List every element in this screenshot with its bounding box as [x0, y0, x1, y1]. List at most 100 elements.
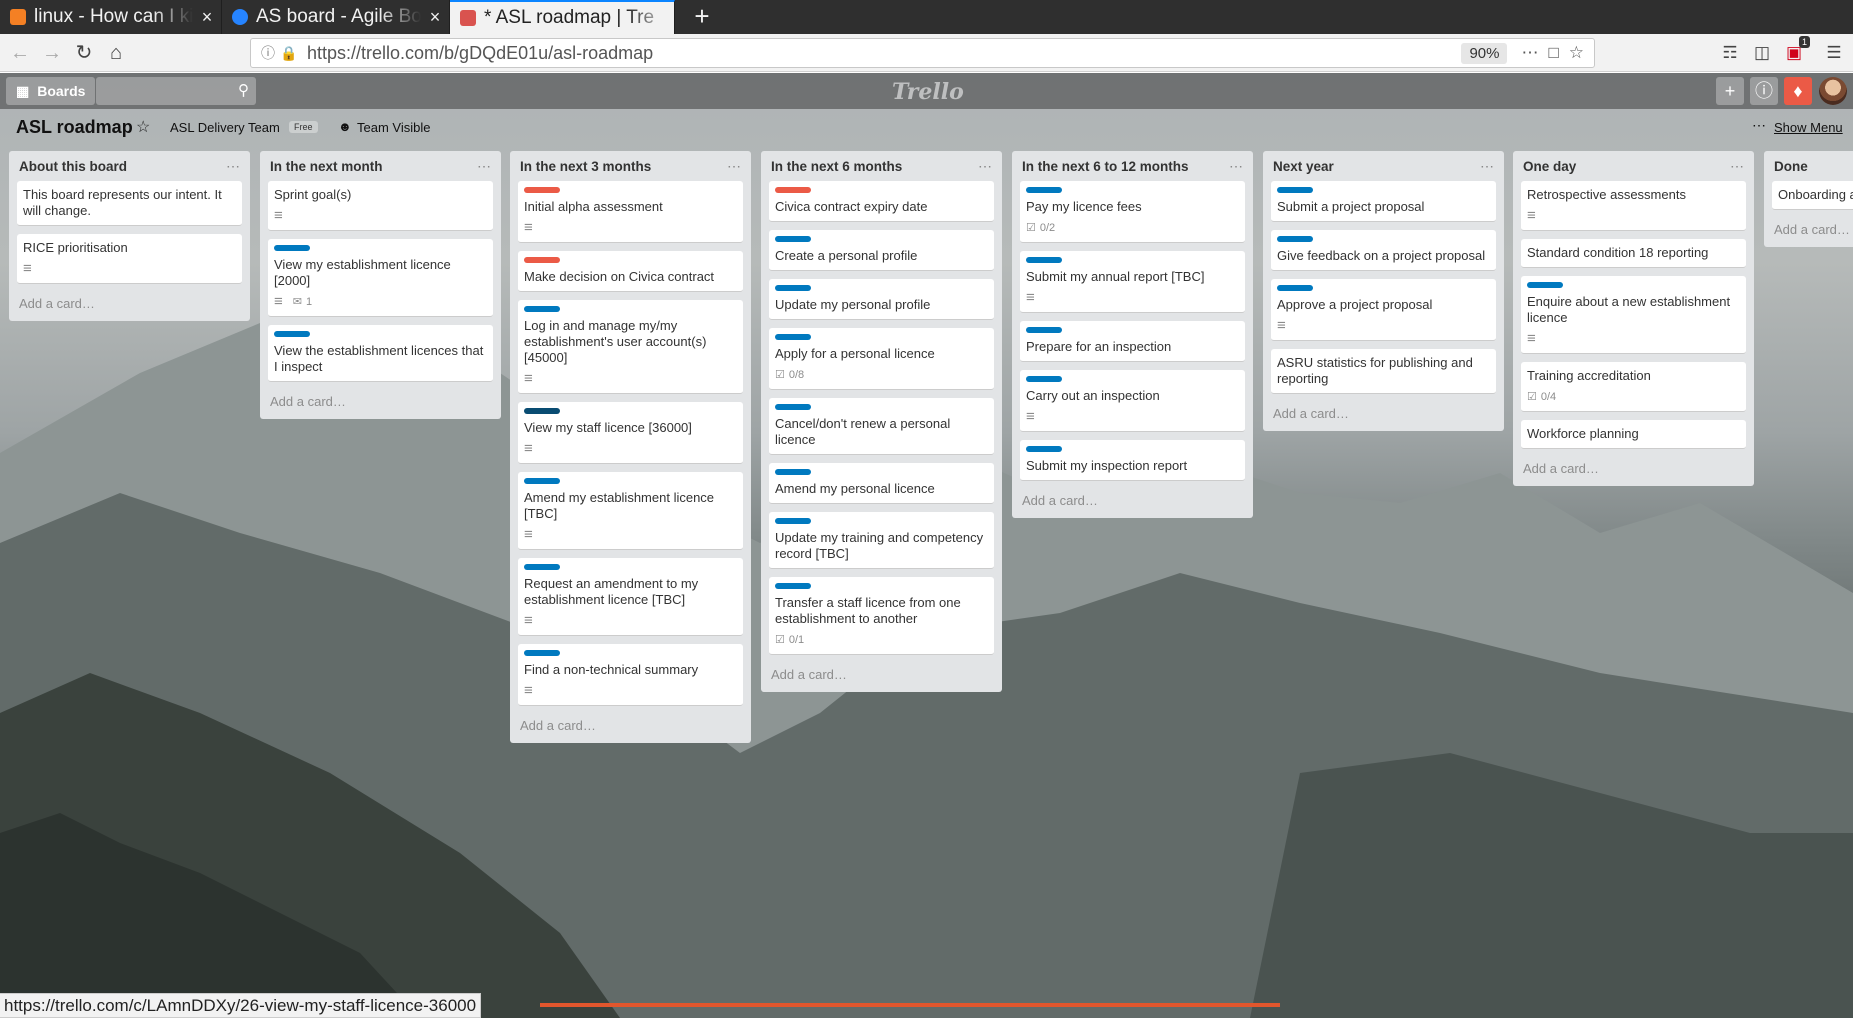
reload-icon[interactable]: ↻ [70, 40, 98, 66]
list-title[interactable]: Done [1774, 159, 1808, 174]
card[interactable]: Transfer a staff licence from one establ… [769, 577, 994, 655]
card[interactable]: Submit my annual report [TBC] ≡ [1020, 251, 1245, 313]
comment-count: 1 [305, 296, 313, 308]
list-menu-icon[interactable]: ⋯ [727, 158, 743, 175]
close-tab-icon[interactable]: × [421, 7, 449, 28]
browser-tab-trello[interactable]: * ASL roadmap | Tre [450, 0, 675, 34]
card[interactable]: Amend my personal licence [769, 463, 994, 504]
card[interactable]: Approve a project proposal ≡ [1271, 279, 1496, 341]
list-menu-icon[interactable]: ⋯ [477, 158, 493, 175]
list-title[interactable]: About this board [19, 159, 127, 174]
browser-tab-stackoverflow[interactable]: linux - How can I kill × [0, 0, 222, 34]
home-icon[interactable]: ⌂ [102, 40, 130, 66]
card[interactable]: Civica contract expiry date [769, 181, 994, 222]
add-card-button[interactable]: Add a card… [769, 663, 994, 684]
list-title[interactable]: In the next 6 to 12 months [1022, 159, 1189, 174]
card[interactable]: Log in and manage my/my establishment's … [518, 300, 743, 394]
site-info-icon[interactable]: ⓘ [257, 43, 279, 63]
description-icon: ≡ [1026, 408, 1035, 425]
hamburger-menu-icon[interactable]: ☰ [1820, 40, 1848, 66]
list-title[interactable]: In the next month [270, 159, 383, 174]
pocket-icon[interactable]: □ [1548, 43, 1558, 63]
card[interactable]: Create a personal profile [769, 230, 994, 271]
add-card-button[interactable]: Add a card… [518, 714, 743, 735]
avatar[interactable] [1819, 77, 1847, 105]
add-card-button[interactable]: Add a card… [1521, 457, 1746, 478]
add-card-button[interactable]: Add a card… [1020, 489, 1245, 510]
show-menu-button[interactable]: Show Menu [1774, 120, 1843, 135]
checklist-badge: ☑ 0/4 [1527, 389, 1556, 405]
card[interactable]: Update my personal profile [769, 279, 994, 320]
search-input[interactable]: ⚲ [96, 77, 256, 105]
card[interactable]: Find a non-technical summary ≡ [518, 644, 743, 706]
list-menu-icon[interactable]: ⋯ [226, 158, 242, 175]
card[interactable]: Retrospective assessments ≡ [1521, 181, 1746, 231]
card[interactable]: Apply for a personal licence ☑ 0/8 [769, 328, 994, 390]
card[interactable]: View my staff licence [36000] ≡ [518, 402, 743, 464]
list-menu-icon[interactable]: ⋯ [1480, 158, 1496, 175]
search-icon[interactable]: ⚲ [238, 81, 249, 99]
add-card-button[interactable]: Add a card… [1772, 218, 1853, 239]
card[interactable]: Training accreditation ☑ 0/4 [1521, 362, 1746, 412]
zoom-level[interactable]: 90% [1461, 42, 1508, 64]
list-menu-icon[interactable]: ⋯ [978, 158, 994, 175]
visibility-button[interactable]: Team Visible [357, 120, 430, 135]
forward-icon[interactable]: → [38, 40, 66, 66]
new-tab-button[interactable]: + [680, 0, 724, 34]
card-title: View my establishment licence [2000] [274, 257, 451, 288]
card[interactable]: Pay my licence fees ☑ 0/2 [1020, 181, 1245, 243]
card[interactable]: Submit my inspection report [1020, 440, 1245, 481]
add-card-button[interactable]: Add a card… [1271, 402, 1496, 423]
card[interactable]: Update my training and competency record… [769, 512, 994, 569]
card[interactable]: RICE prioritisation ≡ [17, 234, 242, 284]
back-icon[interactable]: ← [6, 40, 34, 66]
list-title[interactable]: One day [1523, 159, 1576, 174]
address-bar[interactable]: ⓘ 🔒 https://trello.com/b/gDQdE01u/asl-ro… [250, 38, 1595, 68]
list-menu-icon[interactable]: ⋯ [1730, 158, 1746, 175]
card[interactable]: View my establishment licence [2000] ≡ ✉ 1 [268, 239, 493, 317]
add-icon[interactable]: + [1716, 77, 1744, 105]
card[interactable]: ASRU statistics for publishing and repor… [1271, 349, 1496, 394]
list-menu-icon[interactable]: ⋯ [1229, 158, 1245, 175]
card[interactable]: Submit a project proposal [1271, 181, 1496, 222]
add-card-button[interactable]: Add a card… [17, 292, 242, 313]
card[interactable]: Request an amendment to my establishment… [518, 558, 743, 636]
card[interactable]: Cancel/don't renew a personal licence [769, 398, 994, 455]
extension-icon[interactable]: ▣ 1 [1780, 36, 1810, 66]
card[interactable]: Carry out an inspection ≡ [1020, 370, 1245, 432]
card[interactable]: Prepare for an inspection [1020, 321, 1245, 362]
close-tab-icon[interactable]: × [193, 7, 221, 28]
card[interactable]: Make decision on Civica contract [518, 251, 743, 292]
card[interactable]: Amend my establishment licence [TBC] ≡ [518, 472, 743, 550]
stackoverflow-icon [10, 9, 26, 25]
card[interactable]: Standard condition 18 reporting [1521, 239, 1746, 268]
notification-bell-icon[interactable]: ♦ [1784, 77, 1812, 105]
menu-dots-icon[interactable]: ⋯ [1752, 117, 1766, 134]
team-name[interactable]: ASL Delivery Team [170, 120, 280, 135]
browser-tab-jira[interactable]: AS board - Agile Bo × [222, 0, 450, 34]
card[interactable]: Initial alpha assessment ≡ [518, 181, 743, 243]
sidebar-icon[interactable]: ◫ [1748, 40, 1776, 66]
card[interactable]: Onboarding a [1772, 181, 1853, 210]
card[interactable]: Workforce planning [1521, 420, 1746, 449]
list-title[interactable]: In the next 3 months [520, 159, 651, 174]
page-actions-icon[interactable]: ⋯ [1521, 43, 1538, 63]
card-badges: ≡ [274, 208, 487, 224]
add-card-button[interactable]: Add a card… [268, 390, 493, 411]
boards-button[interactable]: ▦ Boards [6, 77, 96, 105]
card[interactable]: Enquire about a new establishment licenc… [1521, 276, 1746, 354]
board-title[interactable]: ASL roadmap [16, 117, 133, 138]
list-title[interactable]: Next year [1273, 159, 1334, 174]
star-icon[interactable]: ☆ [136, 117, 150, 137]
bookmark-star-icon[interactable]: ☆ [1569, 43, 1584, 63]
card[interactable]: Give feedback on a project proposal [1271, 230, 1496, 271]
library-icon[interactable]: ☶ [1716, 40, 1744, 66]
card-title: Prepare for an inspection [1026, 339, 1172, 354]
url-text[interactable]: https://trello.com/b/gDQdE01u/asl-roadma… [307, 43, 1461, 64]
card[interactable]: This board represents our intent. It wil… [17, 181, 242, 226]
info-icon[interactable]: ⓘ [1750, 77, 1778, 105]
trello-logo[interactable]: Trello [892, 79, 964, 105]
card[interactable]: View the establishment licences that I i… [268, 325, 493, 382]
card[interactable]: Sprint goal(s) ≡ [268, 181, 493, 231]
list-title[interactable]: In the next 6 months [771, 159, 902, 174]
